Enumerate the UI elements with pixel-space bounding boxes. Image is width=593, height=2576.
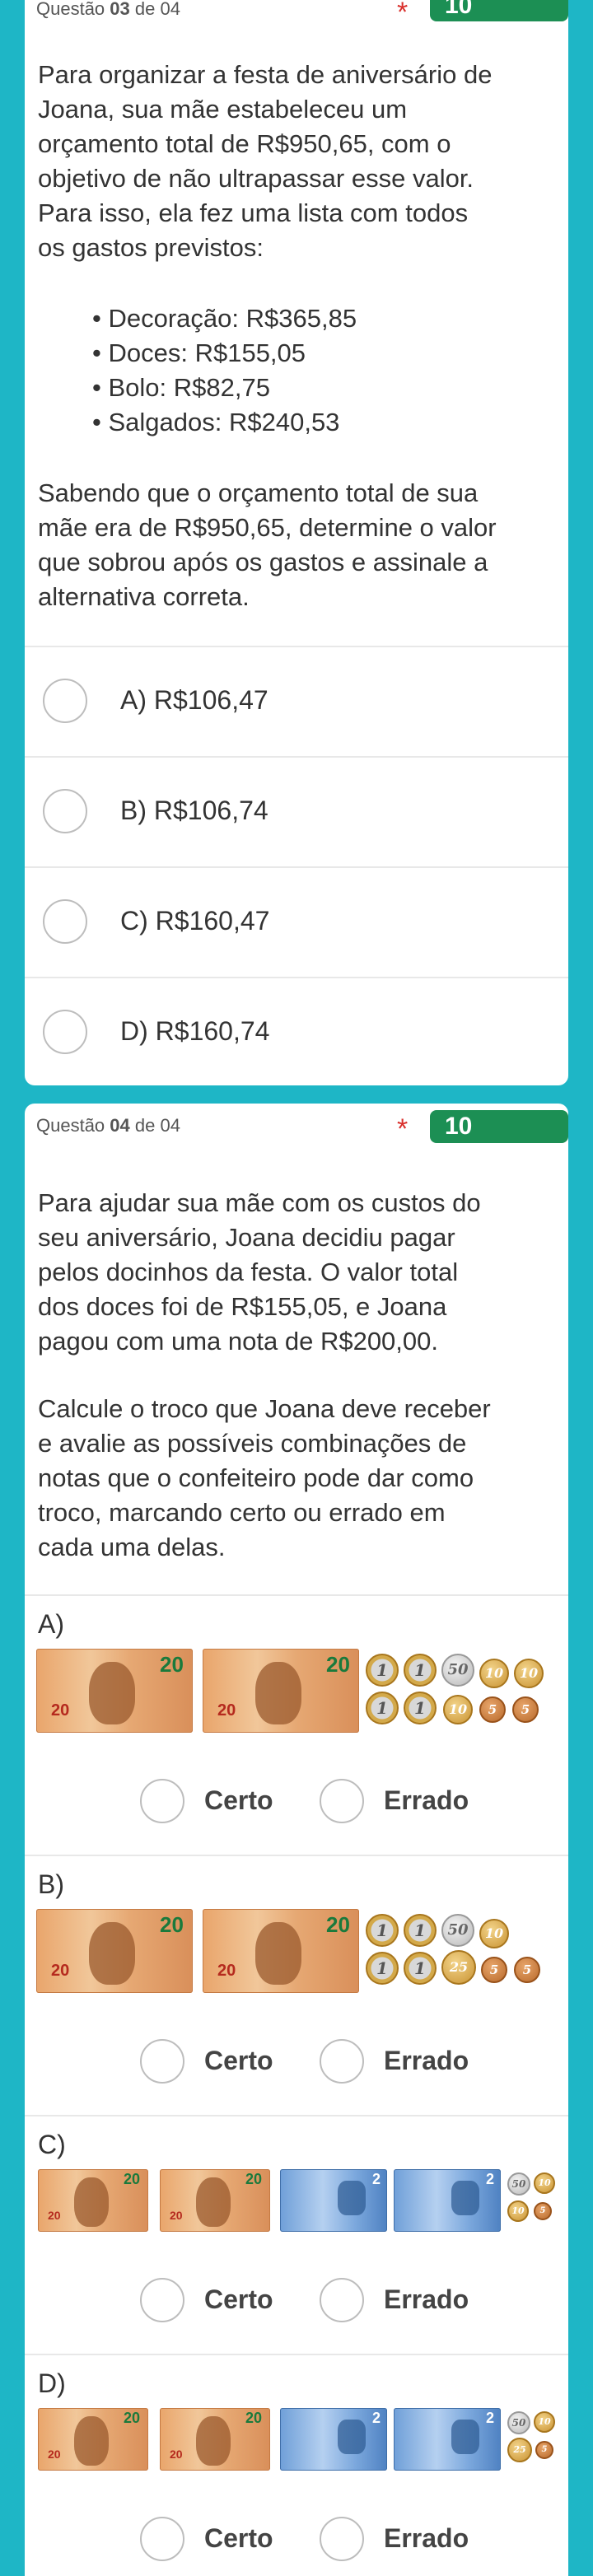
coin-5: 5 (535, 2441, 553, 2459)
certo-label: Certo (204, 1785, 273, 1815)
option-a[interactable]: A) R$106,47 (25, 646, 568, 756)
coin-1: 1 (366, 1952, 399, 1985)
question-3-intro: Para organizar a festa de aniversário de… (38, 60, 493, 262)
certo-label: Certo (204, 2046, 273, 2075)
coin-1: 1 (404, 1914, 437, 1947)
coin-1: 1 (404, 1692, 437, 1724)
banknote-20: 20 20 (36, 1649, 193, 1733)
coin-1: 1 (366, 1654, 399, 1687)
errado-label: Errado (384, 2046, 469, 2075)
banknote-2: 2 (394, 2169, 501, 2232)
coin-25: 25 (441, 1950, 476, 1985)
list-item: • Decoração: R$365,85 (92, 304, 357, 333)
list-item: • Bolo: R$82,75 (92, 373, 270, 402)
coin-5: 5 (512, 1696, 539, 1723)
radio-button[interactable] (43, 899, 87, 944)
question-4-intro: Para ajudar sua mãe com os custos do seu… (38, 1188, 481, 1356)
coin-10: 10 (534, 2411, 555, 2433)
question-4-header: Questão 04 de 04 * 10 pontos (25, 1104, 568, 1173)
coin-50: 50 (441, 1654, 474, 1687)
banknote-2: 2 (280, 2169, 387, 2232)
expense-list: • Decoração: R$365,85 • Doces: R$155,05 … (92, 301, 553, 440)
option-d[interactable]: D) R$160,74 (25, 977, 568, 1085)
coin-5: 5 (514, 1957, 540, 1983)
coin-1: 1 (404, 1952, 437, 1985)
coin-50: 50 (441, 1914, 474, 1947)
coin-10: 10 (443, 1695, 473, 1724)
section-a: A) 20 20 20 20 1 1 50 10 10 1 1 10 5 5 C… (25, 1594, 568, 1855)
coin-10: 10 (507, 2200, 529, 2222)
question-3-card: Questão 03 de 04 * 10 pontos Para organi… (25, 0, 568, 1085)
section-d: D) 20 20 20 20 2 2 50 10 25 5 Certo Erra… (25, 2354, 568, 2576)
coin-1: 1 (404, 1654, 437, 1687)
coin-50: 50 (507, 2172, 530, 2196)
required-mark: * (397, 1113, 409, 1145)
list-item: • Salgados: R$240,53 (92, 408, 340, 436)
banknote-20: 20 20 (38, 2169, 148, 2232)
errado-label: Errado (384, 2284, 469, 2314)
option-c[interactable]: C) R$160,47 (25, 866, 568, 977)
radio-button[interactable] (43, 1010, 87, 1054)
banknote-20: 20 20 (36, 1909, 193, 1993)
banknote-20: 20 20 (160, 2408, 270, 2471)
question-3-number: Questão 03 de 04 (36, 0, 180, 19)
list-item: • Doces: R$155,05 (92, 338, 306, 367)
errado-radio[interactable] (320, 2517, 364, 2561)
coin-25: 25 (507, 2438, 532, 2462)
certo-radio[interactable] (140, 2039, 184, 2084)
option-b[interactable]: B) R$106,74 (25, 756, 568, 866)
points-badge: 10 pontos (430, 0, 568, 47)
coin-10: 10 (479, 1919, 509, 1948)
radio-button[interactable] (43, 789, 87, 833)
banknote-2: 2 (280, 2408, 387, 2471)
banknote-2: 2 (394, 2408, 501, 2471)
coin-5: 5 (534, 2202, 552, 2220)
question-3-header: Questão 03 de 04 * 10 pontos (25, 0, 568, 47)
errado-label: Errado (384, 1785, 469, 1815)
banknote-20: 20 20 (38, 2408, 148, 2471)
errado-radio[interactable] (320, 2278, 364, 2322)
coin-5: 5 (481, 1957, 507, 1983)
radio-button[interactable] (43, 679, 87, 723)
coin-1: 1 (366, 1914, 399, 1947)
question-4-number: Questão 04 de 04 (36, 1115, 180, 1136)
errado-label: Errado (384, 2523, 469, 2553)
coin-10: 10 (514, 1659, 544, 1688)
section-b: B) 20 20 20 20 1 1 50 10 1 1 25 5 5 Cert… (25, 1855, 568, 2115)
certo-label: Certo (204, 2523, 273, 2553)
question-4-card: Questão 04 de 04 * 10 pontos Para ajudar… (25, 1104, 568, 2576)
certo-label: Certo (204, 2284, 273, 2314)
required-mark: * (397, 0, 409, 28)
question-4-closing: Calcule o troco que Joana deve receber e… (38, 1394, 491, 1561)
section-c: C) 20 20 20 20 2 2 50 10 10 5 Certo Erra… (25, 2115, 568, 2354)
banknote-20: 20 20 (160, 2169, 270, 2232)
certo-radio[interactable] (140, 2517, 184, 2561)
errado-radio[interactable] (320, 1779, 364, 1823)
coin-5: 5 (479, 1696, 506, 1723)
certo-radio[interactable] (140, 2278, 184, 2322)
coin-10: 10 (534, 2172, 555, 2194)
banknote-20: 20 20 (203, 1909, 359, 1993)
coin-10: 10 (479, 1659, 509, 1688)
question-3-closing: Sabendo que o orçamento total de sua mãe… (38, 478, 497, 611)
coin-1: 1 (366, 1692, 399, 1724)
banknote-20: 20 20 (203, 1649, 359, 1733)
coin-50: 50 (507, 2411, 530, 2434)
points-badge: 10 pontos (430, 1110, 568, 1173)
certo-radio[interactable] (140, 1779, 184, 1823)
errado-radio[interactable] (320, 2039, 364, 2084)
